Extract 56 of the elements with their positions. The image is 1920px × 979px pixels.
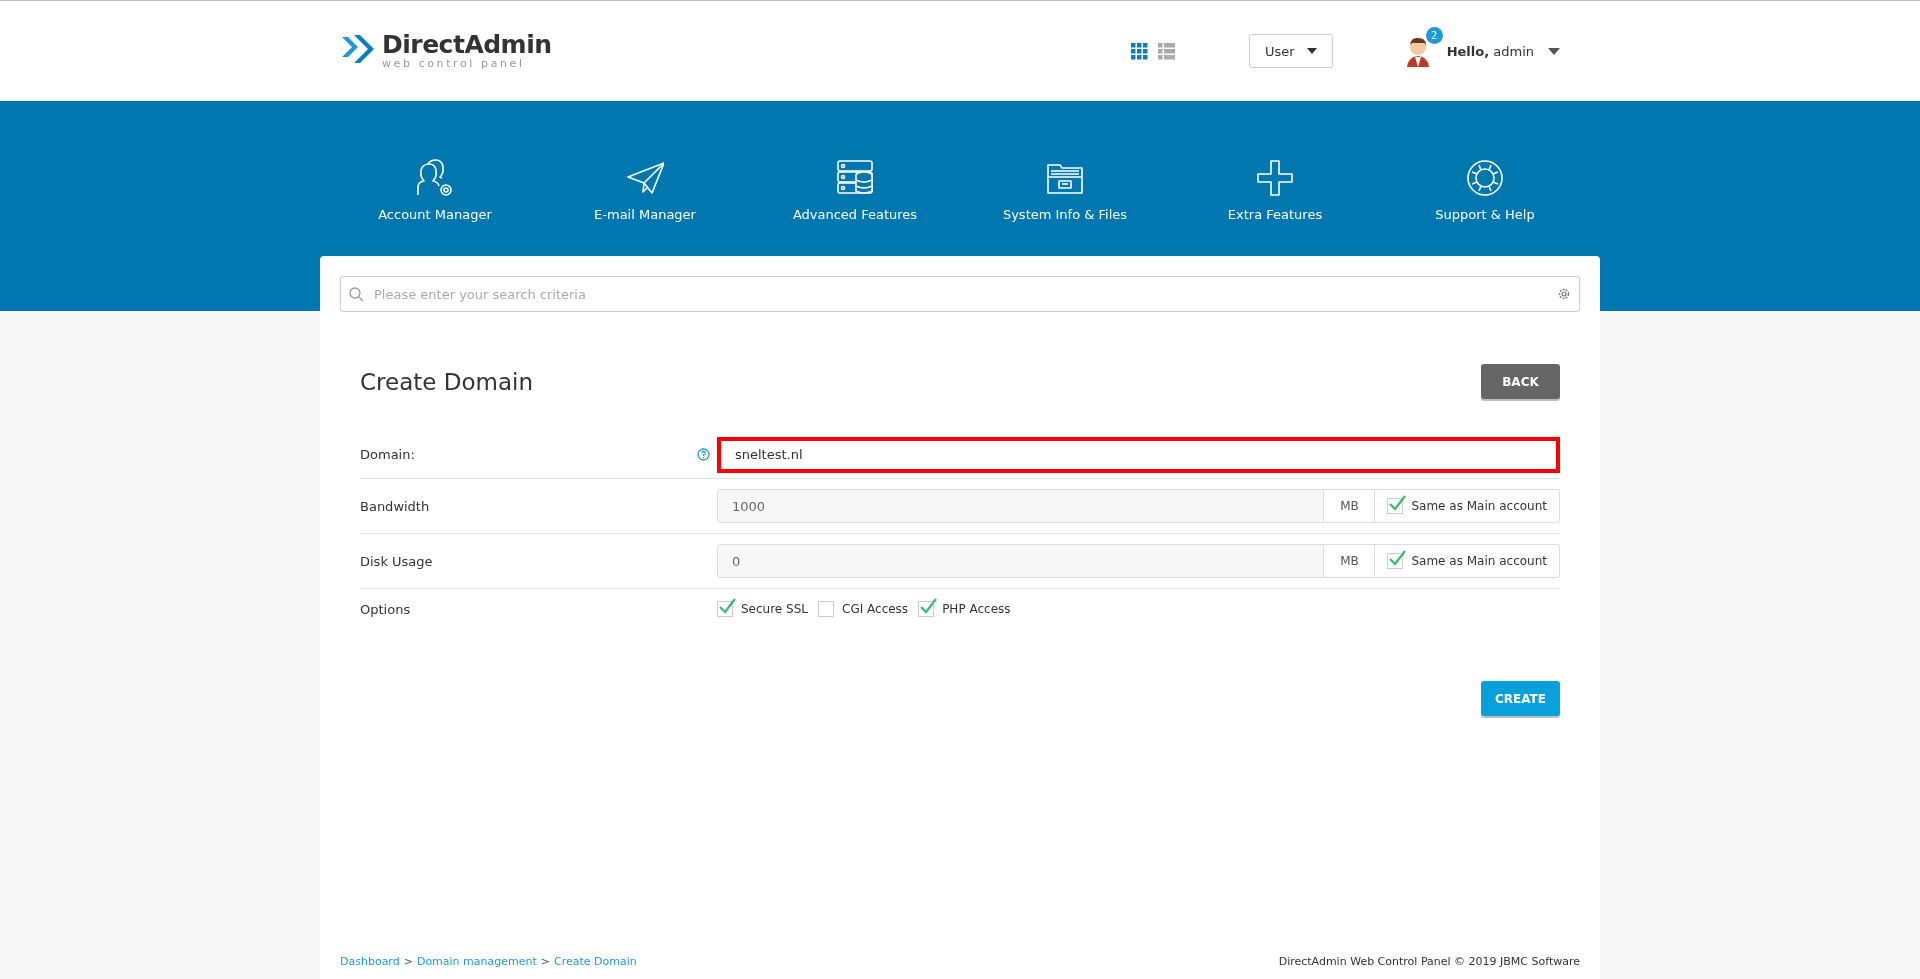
checkbox[interactable] — [1387, 498, 1404, 514]
copyright-text: DirectAdmin Web Control Panel © 2019 JBMC Software — [1278, 954, 1580, 968]
breadcrumb-separator: > — [403, 954, 413, 968]
back-button[interactable]: BACK — [1481, 364, 1560, 399]
quota-input-field[interactable]: 1000 — [717, 489, 1325, 523]
settings-icon[interactable] — [1557, 287, 1571, 301]
logo-subtitle: web control panel — [382, 58, 526, 70]
search-field[interactable]: Please enter your search criteria — [340, 276, 1580, 312]
same-as-main-checkbox[interactable]: Same as Main account — [1375, 489, 1560, 523]
breadcrumb-link[interactable]: Domain management — [416, 954, 537, 968]
check-icon — [920, 598, 938, 614]
option-checkbox[interactable]: PHP Access — [918, 601, 1011, 617]
check-icon — [719, 598, 736, 614]
checkbox[interactable] — [918, 601, 935, 617]
nav-item[interactable]: Advanced Features — [760, 159, 950, 222]
help-icon[interactable] — [697, 448, 710, 461]
caret-icon — [1306, 48, 1317, 54]
logo-title: DirectAdmin — [382, 32, 552, 58]
quota-input-field[interactable]: 0 — [717, 544, 1325, 578]
field-label: Domain: — [360, 447, 416, 462]
user-level-dropdown[interactable]: User — [1249, 34, 1333, 68]
breadcrumb-link[interactable]: Dashboard — [340, 954, 400, 968]
checkbox[interactable] — [1387, 553, 1404, 569]
list-view-icon[interactable] — [1158, 42, 1175, 60]
paper-plane-icon — [626, 159, 664, 197]
user-greeting[interactable]: Hello, admin — [1446, 43, 1534, 59]
notification-badge: 2 — [1425, 27, 1443, 44]
domain-input-field[interactable]: sneltest.nl — [717, 436, 1560, 473]
page-title: Create Domain — [360, 368, 533, 395]
breadcrumb-separator: > — [540, 954, 550, 968]
caret-icon[interactable] — [1548, 47, 1560, 55]
unit-label: MB — [1324, 544, 1376, 578]
nav-item[interactable]: System Info & Files — [970, 159, 1160, 222]
option-checkbox[interactable]: Secure SSL — [717, 601, 808, 617]
field-label: Options — [360, 601, 412, 617]
lifebuoy-icon — [1466, 159, 1504, 197]
checkbox[interactable] — [818, 601, 834, 617]
check-icon — [1389, 550, 1407, 566]
nav-item[interactable]: E-mail Manager — [550, 159, 740, 222]
server-database-icon — [836, 159, 874, 197]
search-icon — [349, 286, 364, 302]
plus-icon — [1256, 159, 1294, 197]
check-icon — [1389, 495, 1407, 511]
breadcrumb-link[interactable]: Create Domain — [554, 954, 637, 968]
grid-view-icon[interactable] — [1131, 42, 1148, 60]
users-gear-icon — [416, 159, 454, 197]
field-label: Disk Usage — [360, 553, 434, 569]
same-as-main-checkbox[interactable]: Same as Main account — [1375, 544, 1560, 578]
field-label: Bandwidth — [360, 498, 431, 514]
create-button[interactable]: CREATE — [1481, 681, 1560, 716]
unit-label: MB — [1324, 489, 1376, 523]
option-checkbox[interactable]: CGI Access — [818, 601, 909, 617]
nav-item[interactable]: Extra Features — [1180, 159, 1370, 222]
checkbox[interactable] — [717, 601, 733, 617]
nav-item[interactable]: Account Manager — [340, 159, 530, 222]
nav-item[interactable]: Support & Help — [1390, 159, 1580, 222]
